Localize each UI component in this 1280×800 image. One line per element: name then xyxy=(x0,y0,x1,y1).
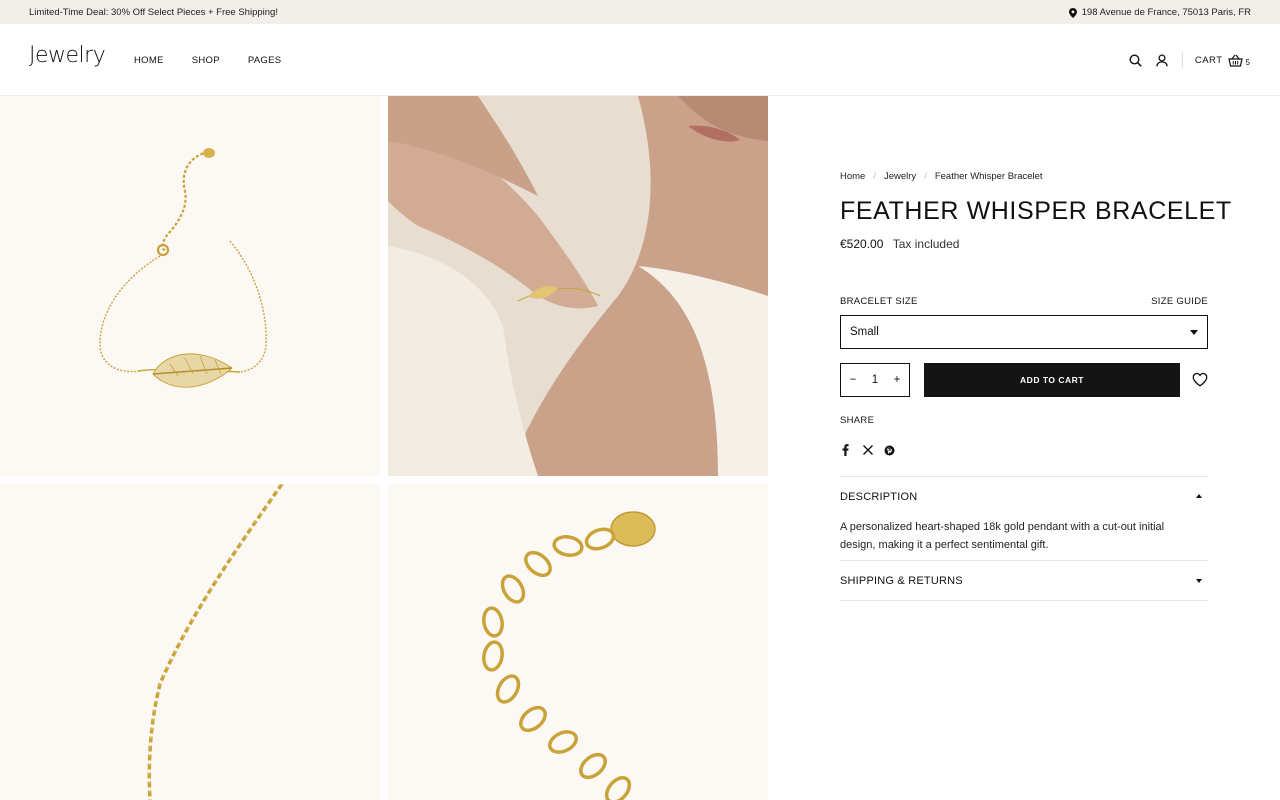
breadcrumb-current: Feather Whisper Bracelet xyxy=(934,171,1043,182)
main-nav: HOME SHOP PAGES xyxy=(134,55,281,66)
product-gallery xyxy=(0,96,768,800)
product-image-extender[interactable] xyxy=(388,484,768,800)
header-divider xyxy=(1181,52,1183,68)
cart-count: 5 xyxy=(1245,57,1250,67)
cart-link[interactable]: CART xyxy=(1195,55,1223,66)
accordion-description-header[interactable]: DESCRIPTION xyxy=(840,491,917,503)
tax-note: Tax included xyxy=(892,237,960,251)
store-address: 198 Avenue de France, 75013 Paris, FR xyxy=(1068,7,1251,18)
breadcrumb-home[interactable]: Home xyxy=(840,171,865,182)
breadcrumb-separator: / xyxy=(873,171,876,182)
quantity-stepper: − 1 + xyxy=(840,363,910,397)
size-label: BRACELET SIZE xyxy=(840,296,918,307)
qty-value[interactable]: 1 xyxy=(870,374,880,386)
add-to-cart-button[interactable]: ADD TO CART xyxy=(924,363,1180,397)
product-image-chain[interactable] xyxy=(0,484,380,800)
accordion-shipping-header[interactable]: SHIPPING & RETURNS xyxy=(840,575,963,587)
x-icon[interactable] xyxy=(862,444,873,456)
chevron-down-icon xyxy=(1190,330,1198,335)
nav-shop[interactable]: SHOP xyxy=(192,55,220,66)
basket-icon[interactable] xyxy=(1228,52,1244,68)
header-actions: CART 5 xyxy=(1118,50,1250,70)
nav-home[interactable]: HOME xyxy=(134,55,164,66)
product-title: FEATHER WHISPER BRACELET xyxy=(840,197,1232,225)
accordion-shipping: SHIPPING & RETURNS xyxy=(840,560,1208,601)
search-icon[interactable] xyxy=(1128,52,1144,68)
promo-text: Limited-Time Deal: 30% Off Select Pieces… xyxy=(29,7,278,18)
product-image-bracelet[interactable] xyxy=(0,96,380,476)
chevron-down-icon[interactable] xyxy=(1196,579,1202,583)
size-select[interactable]: Small xyxy=(840,315,1208,349)
chevron-up-icon[interactable] xyxy=(1196,494,1202,498)
share-label: SHARE xyxy=(840,415,875,426)
size-guide-link[interactable]: SIZE GUIDE xyxy=(1151,296,1208,307)
size-row: BRACELET SIZE SIZE GUIDE xyxy=(840,296,1208,307)
logo[interactable]: Jewelry xyxy=(29,43,106,68)
nav-pages[interactable]: PAGES xyxy=(248,55,282,66)
description-text: A personalized heart-shaped 18k gold pen… xyxy=(840,521,1165,551)
size-selected-value: Small xyxy=(850,326,879,338)
product-price: €520.00 xyxy=(840,237,884,251)
location-pin-icon xyxy=(1068,7,1077,18)
pinterest-icon[interactable] xyxy=(884,444,895,456)
qty-increase-button[interactable]: + xyxy=(892,374,902,386)
site-header: Jewelry HOME SHOP PAGES CART 5 xyxy=(0,24,1280,96)
qty-decrease-button[interactable]: − xyxy=(848,374,858,386)
share-icons xyxy=(840,444,895,456)
accordion-description: DESCRIPTION A personalized heart-shaped … xyxy=(840,476,1208,560)
facebook-icon[interactable] xyxy=(840,444,851,456)
breadcrumb: Home / Jewelry / Feather Whisper Bracele… xyxy=(840,171,1043,182)
user-icon[interactable] xyxy=(1154,52,1170,68)
product-image-model[interactable] xyxy=(388,96,768,476)
breadcrumb-separator: / xyxy=(924,171,927,182)
announcement-bar: Limited-Time Deal: 30% Off Select Pieces… xyxy=(0,0,1280,24)
heart-icon[interactable] xyxy=(1192,372,1208,388)
address-text: 198 Avenue de France, 75013 Paris, FR xyxy=(1081,7,1251,18)
breadcrumb-jewelry[interactable]: Jewelry xyxy=(884,171,916,182)
price-row: €520.00 Tax included xyxy=(840,237,959,251)
